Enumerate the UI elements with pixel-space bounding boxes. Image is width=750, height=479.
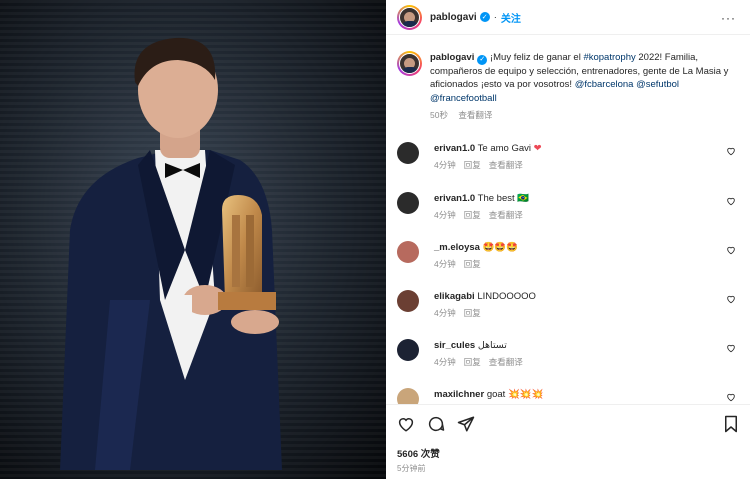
comment-age: 4分钟 [434,308,456,318]
comment-username[interactable]: _m.eloysa [434,242,480,253]
comment-like-icon[interactable] [726,392,736,402]
comment-item: erivan1.0 Te amo Gavi ❤ 4分钟 回复 查看翻译 [397,142,739,171]
comment-emoji: ❤ [533,143,542,154]
mention-link[interactable]: @francefootball [430,93,497,104]
post-header: pablogavi ✓ · 关注 ··· [386,0,750,35]
hashtag-link[interactable]: #kopatrophy [583,52,635,63]
comment-text: The best [477,193,518,204]
separator-dot: · [493,11,497,23]
save-icon[interactable] [723,415,739,433]
see-translation-button[interactable]: 查看翻译 [489,210,523,220]
comment-username[interactable]: erivan1.0 [434,193,475,204]
header-username[interactable]: pablogavi [430,12,477,23]
post-caption: pablogavi ✓ ¡Muy feliz de ganar el #kopat… [386,36,750,123]
reply-button[interactable]: 回复 [464,308,481,318]
avatar[interactable] [397,388,419,404]
comment-item: maxilchner goat 💥💥💥 [397,388,739,404]
comment-item: elikagabi LINDOOOOO 4分钟 回复 [397,290,739,319]
comment-like-icon[interactable] [726,196,736,206]
reply-button[interactable]: 回复 [464,160,481,170]
like-icon[interactable] [397,415,415,433]
avatar[interactable] [397,192,419,214]
comment-username[interactable]: elikagabi [434,291,475,302]
comment-username[interactable]: erivan1.0 [434,143,475,154]
comment-age: 4分钟 [434,259,456,269]
reply-button[interactable]: 回复 [464,259,481,269]
like-count[interactable]: 5606 次赞 [397,446,440,460]
post-time: 5分钟前 [397,464,426,473]
comment-like-icon[interactable] [726,245,736,255]
post-sidebar: pablogavi ✓ · 关注 ··· pablogavi ✓ ¡Muy fel… [386,0,750,479]
comment-text: goat [486,389,508,400]
comment-emoji: 🤩🤩🤩 [482,242,519,253]
reply-button[interactable]: 回复 [464,210,481,220]
avatar[interactable] [397,241,419,263]
more-icon[interactable]: ··· [721,11,736,25]
comment-item: erivan1.0 The best 🇧🇷 4分钟 回复 查看翻译 [397,192,739,221]
see-translation-button[interactable]: 查看翻译 [458,110,492,120]
comment-username[interactable]: maxilchner [434,389,484,400]
caption-username[interactable]: pablogavi [430,52,474,63]
comment-age: 4分钟 [434,357,456,367]
comment-like-icon[interactable] [726,146,736,156]
avatar[interactable] [397,339,419,361]
comment-like-icon[interactable] [726,343,736,353]
caption-age: 50秒 [430,110,448,121]
comment-text: Te amo Gavi [477,143,534,154]
see-translation-button[interactable]: 查看翻译 [489,160,523,170]
share-icon[interactable] [457,415,475,433]
comment-age: 4分钟 [434,210,456,220]
comment-item: _m.eloysa 🤩🤩🤩 4分钟 回复 [397,241,739,270]
comment-icon[interactable] [427,415,445,433]
reply-button[interactable]: 回复 [464,357,481,367]
comments-list[interactable]: pablogavi ✓ ¡Muy feliz de ganar el #kopat… [386,36,750,404]
comment-text: تستاهل [477,340,507,351]
avatar[interactable] [397,290,419,312]
comment-emoji: 🇧🇷 [517,193,530,204]
post-actions: 5606 次赞 5分钟前 [386,404,750,479]
comment-age: 4分钟 [434,160,456,170]
post-photo[interactable] [0,0,386,479]
avatar[interactable] [397,4,422,30]
avatar[interactable] [397,142,419,164]
comment-emoji: 💥💥💥 [507,389,544,400]
caption-text: ¡Muy feliz de ganar el [489,52,584,63]
follow-button[interactable]: 关注 [501,10,521,25]
verified-icon: ✓ [477,54,488,65]
see-translation-button[interactable]: 查看翻译 [489,357,523,367]
comment-text: LINDOOOOO [477,291,536,302]
mention-link[interactable]: @sefutbol [636,79,679,90]
mention-link[interactable]: @fcbarcelona [575,79,634,90]
verified-icon: ✓ [479,12,490,22]
caption-avatar[interactable] [397,51,422,76]
post-image [0,0,386,479]
comment-like-icon[interactable] [726,294,736,304]
comment-username[interactable]: sir_cules [434,340,475,351]
comment-item: sir_cules تستاهل 4分钟 回复 查看翻译 [397,339,739,368]
